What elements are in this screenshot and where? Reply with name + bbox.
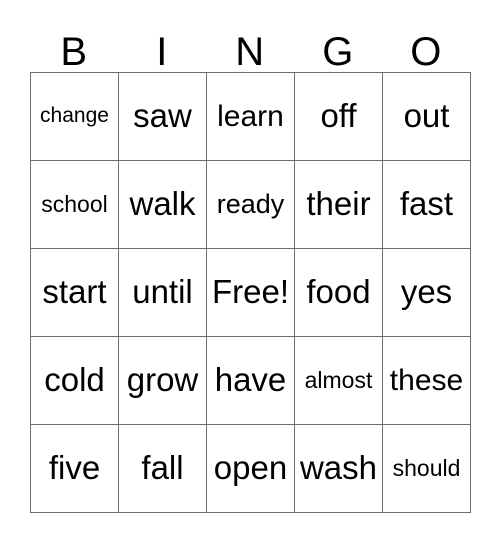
bingo-cell[interactable]: yes [383, 249, 471, 337]
bingo-cell-label: learn [217, 99, 284, 133]
bingo-header-letter-o: O [410, 30, 442, 74]
bingo-cell[interactable]: saw [119, 73, 207, 161]
bingo-cell-label: cold [44, 361, 105, 399]
bingo-cell[interactable]: open [207, 425, 295, 513]
bingo-row: school walk ready their fast [31, 161, 471, 249]
bingo-cell-label: their [306, 185, 371, 223]
bingo-cell-label: grow [126, 361, 199, 399]
bingo-cell-label: out [403, 97, 450, 135]
bingo-cell[interactable]: cold [31, 337, 119, 425]
bingo-row: five fall open wash should [31, 425, 471, 513]
bingo-header-letter-n: N [235, 30, 265, 74]
bingo-cell-label: ready [216, 189, 285, 220]
bingo-cell[interactable]: almost [295, 337, 383, 425]
bingo-cell-label: until [132, 273, 193, 311]
bingo-cell[interactable]: until [119, 249, 207, 337]
bingo-cell-label: these [389, 363, 464, 397]
bingo-cell[interactable]: have [207, 337, 295, 425]
bingo-cell[interactable]: school [31, 161, 119, 249]
bingo-header-letter-g: G [322, 30, 354, 74]
bingo-cell[interactable]: wash [295, 425, 383, 513]
bingo-cell-label: open [213, 449, 288, 487]
bingo-cell[interactable]: off [295, 73, 383, 161]
bingo-row: change saw learn off out [31, 73, 471, 161]
bingo-row: cold grow have almost these [31, 337, 471, 425]
bingo-cell[interactable]: their [295, 161, 383, 249]
bingo-cell-label: food [306, 273, 371, 311]
bingo-cell-label: should [392, 455, 461, 482]
bingo-cell[interactable]: food [295, 249, 383, 337]
bingo-grid: change saw learn off out school walk rea… [30, 72, 471, 513]
bingo-cell[interactable]: learn [207, 73, 295, 161]
bingo-cell-label: saw [133, 97, 192, 135]
bingo-cell[interactable]: grow [119, 337, 207, 425]
bingo-cell-label: have [214, 361, 287, 399]
bingo-cell[interactable]: these [383, 337, 471, 425]
bingo-cell-label: yes [400, 273, 453, 311]
bingo-cell-label: walk [129, 185, 196, 223]
bingo-card: B I N G O change saw learn off out schoo… [30, 14, 471, 513]
bingo-cell[interactable]: should [383, 425, 471, 513]
bingo-cell-label: wash [299, 449, 378, 487]
bingo-cell[interactable]: fall [119, 425, 207, 513]
bingo-cell[interactable]: change [31, 73, 119, 161]
bingo-row: start until Free! food yes [31, 249, 471, 337]
bingo-cell-label: change [40, 104, 109, 128]
bingo-cell[interactable]: start [31, 249, 119, 337]
bingo-cell-label: school [41, 191, 108, 218]
bingo-cell-label: off [320, 97, 357, 135]
bingo-cell-label: fall [141, 449, 184, 487]
bingo-cell[interactable]: out [383, 73, 471, 161]
bingo-cell-label: fast [399, 185, 454, 223]
bingo-header-row: B I N G O [30, 14, 470, 72]
bingo-free-label: Free! [211, 273, 290, 311]
bingo-header-letter-b: B [60, 30, 88, 74]
bingo-header-letter-i: I [156, 30, 168, 74]
bingo-cell-label: five [48, 449, 101, 487]
bingo-cell[interactable]: fast [383, 161, 471, 249]
bingo-cell-label: almost [304, 367, 373, 394]
bingo-cell[interactable]: five [31, 425, 119, 513]
bingo-cell[interactable]: ready [207, 161, 295, 249]
bingo-free-cell[interactable]: Free! [207, 249, 295, 337]
bingo-cell-label: start [42, 273, 107, 311]
bingo-cell[interactable]: walk [119, 161, 207, 249]
